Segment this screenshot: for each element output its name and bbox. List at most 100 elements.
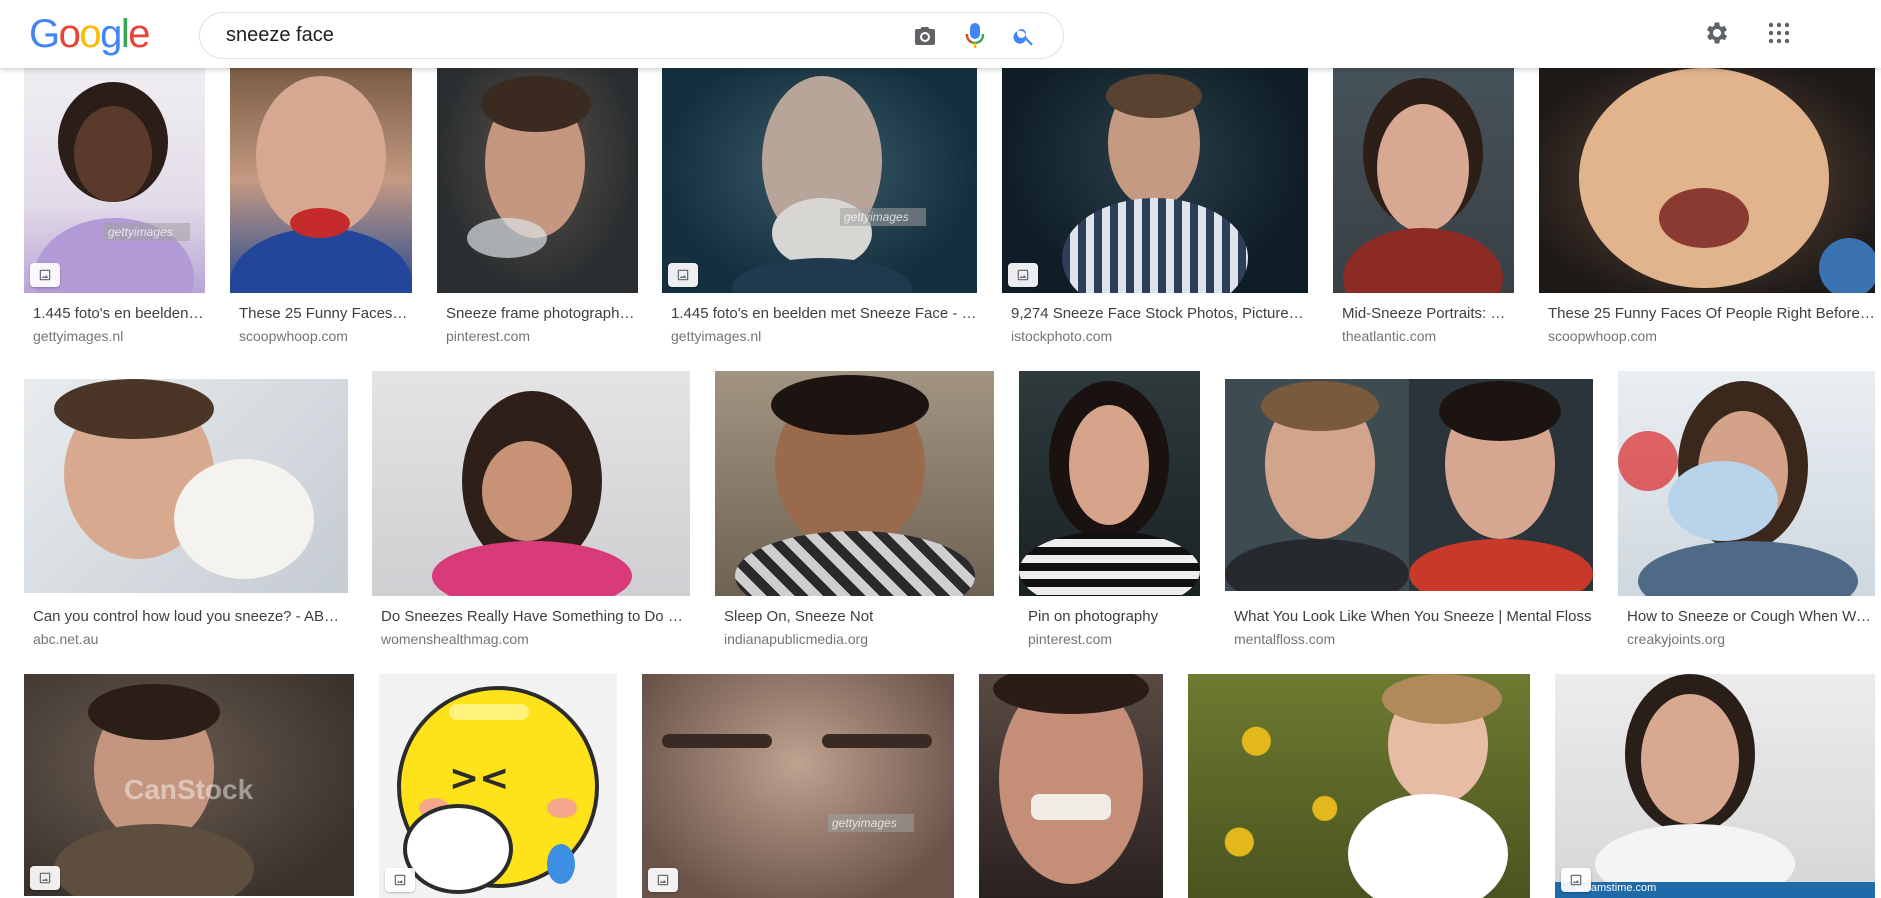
voice-search-button[interactable]: [960, 21, 990, 51]
image-result[interactable]: CanStock: [24, 674, 354, 898]
result-thumbnail[interactable]: [979, 674, 1163, 898]
image-type-badge: [668, 263, 698, 287]
image-icon: [394, 874, 406, 886]
result-source: scoopwhoop.com: [239, 328, 348, 344]
image-result[interactable]: dreamstime.com: [1555, 674, 1875, 898]
result-title[interactable]: How to Sneeze or Cough When Wearing a Ma…: [1627, 607, 1875, 627]
image-result[interactable]: gettyimages: [642, 674, 954, 898]
image-type-badge: [648, 868, 678, 892]
result-thumbnail[interactable]: gettyimages: [662, 68, 977, 293]
result-thumbnail[interactable]: [1333, 68, 1514, 293]
result-thumbnail[interactable]: [1002, 68, 1308, 293]
image-result[interactable]: What You Look Like When You Sneeze | Men…: [1225, 371, 1593, 661]
result-title[interactable]: What You Look Like When You Sneeze | Men…: [1234, 607, 1593, 627]
apps-grid-icon: [1768, 22, 1790, 44]
image-icon: [1017, 269, 1029, 281]
logo-letter: e: [128, 12, 150, 56]
image-watermark: gettyimages: [108, 225, 173, 239]
image-result[interactable]: These 25 Funny Faces Of People Right Bef…: [230, 68, 412, 358]
mic-icon: [965, 23, 985, 48]
result-thumbnail[interactable]: gettyimages: [642, 674, 954, 898]
search-by-image-button[interactable]: [910, 22, 940, 50]
result-thumbnail[interactable]: [1618, 371, 1875, 596]
image-result[interactable]: [1188, 674, 1530, 898]
result-title[interactable]: Do Sneezes Really Have Something to Do W…: [381, 607, 690, 627]
image-result[interactable]: How to Sneeze or Cough When Wearing a Ma…: [1618, 371, 1875, 661]
result-thumbnail[interactable]: [715, 371, 994, 596]
result-title[interactable]: Pin on photography: [1028, 607, 1200, 627]
result-thumbnail[interactable]: [230, 68, 412, 293]
logo-letter: g: [100, 12, 122, 56]
image-icon: [39, 269, 51, 281]
image-result[interactable]: Sneeze frame photography | Person sneezi…: [437, 68, 638, 358]
image-result[interactable]: gettyimages 1.445 foto's en beelden met …: [24, 68, 205, 358]
image-result[interactable]: Mid-Sneeze Portraits: Snap Shots of the …: [1333, 68, 1514, 358]
search-button[interactable]: [1008, 21, 1040, 51]
search-icon: [1013, 29, 1033, 46]
result-title[interactable]: These 25 Funny Faces Of People Right Bef…: [239, 304, 411, 324]
image-result[interactable]: Pin on photography pinterest.com: [1019, 371, 1200, 661]
image-type-badge: [1561, 868, 1591, 892]
result-source: womenshealthmag.com: [381, 631, 529, 647]
image-icon: [677, 269, 689, 281]
image-result[interactable]: 9,274 Sneeze Face Stock Photos, Pictures…: [1002, 68, 1308, 358]
image-results-grid: gettyimages 1.445 foto's en beelden met …: [0, 0, 1881, 898]
result-title[interactable]: 1.445 foto's en beelden met Sneeze Face …: [33, 304, 205, 324]
image-icon: [657, 874, 669, 886]
result-source: theatlantic.com: [1342, 328, 1437, 344]
result-source: indianapublicmedia.org: [724, 631, 868, 647]
result-thumbnail[interactable]: [1188, 674, 1530, 898]
result-thumbnail[interactable]: dreamstime.com: [1555, 674, 1875, 898]
settings-button[interactable]: [1700, 16, 1734, 50]
result-source: gettyimages.nl: [671, 328, 762, 344]
result-title[interactable]: Can you control how loud you sneeze? - A…: [33, 607, 348, 627]
gear-icon: [1706, 22, 1728, 44]
result-thumbnail[interactable]: [372, 371, 690, 596]
top-header: Google: [0, 0, 1881, 68]
result-thumbnail[interactable]: [1225, 379, 1593, 591]
result-thumbnail[interactable]: CanStock: [24, 674, 354, 896]
image-result[interactable]: Do Sneezes Really Have Something to Do W…: [372, 371, 690, 661]
logo-letter: o: [79, 12, 101, 56]
image-result[interactable]: Can you control how loud you sneeze? - A…: [24, 371, 348, 661]
result-thumbnail[interactable]: [437, 68, 638, 293]
image-result[interactable]: gettyimages 1.445 foto's en beelden met …: [662, 68, 977, 358]
result-thumbnail[interactable]: [1019, 371, 1200, 596]
image-result[interactable]: ><: [379, 674, 617, 898]
image-result[interactable]: Sleep On, Sneeze Not indianapublicmedia.…: [715, 371, 994, 661]
search-input[interactable]: [224, 13, 884, 58]
image-watermark: gettyimages: [844, 210, 909, 224]
image-type-badge: [30, 263, 60, 287]
image-icon: [1570, 874, 1582, 886]
result-thumbnail[interactable]: gettyimages: [24, 68, 205, 293]
image-icon: [39, 872, 51, 884]
result-source: pinterest.com: [1028, 631, 1113, 647]
result-thumbnail[interactable]: ><: [379, 674, 617, 898]
google-logo[interactable]: Google: [29, 12, 150, 56]
image-type-badge: [385, 868, 415, 892]
result-title[interactable]: Sneeze frame photography | Person sneezi…: [446, 304, 638, 324]
result-source: creakyjoints.org: [1627, 631, 1726, 647]
result-title[interactable]: 1.445 foto's en beelden met Sneeze Face …: [671, 304, 977, 324]
logo-letter: o: [58, 12, 81, 56]
result-source: gettyimages.nl: [33, 328, 124, 344]
result-thumbnail[interactable]: [24, 379, 348, 593]
logo-letter: G: [29, 12, 60, 56]
result-title[interactable]: Sleep On, Sneeze Not: [724, 607, 994, 627]
image-type-badge: [1008, 263, 1038, 287]
camera-icon: [915, 27, 935, 45]
result-source: scoopwhoop.com: [1548, 328, 1657, 344]
result-source: pinterest.com: [446, 328, 531, 344]
image-watermark: gettyimages: [832, 816, 897, 830]
image-type-badge: [30, 866, 60, 890]
result-title[interactable]: These 25 Funny Faces Of People Right Bef…: [1548, 304, 1875, 324]
result-source: mentalfloss.com: [1234, 631, 1336, 647]
google-apps-button[interactable]: [1762, 16, 1796, 50]
image-watermark: CanStock: [124, 774, 254, 805]
result-thumbnail[interactable]: [1539, 68, 1875, 293]
result-title[interactable]: Mid-Sneeze Portraits: Snap Shots of the …: [1342, 304, 1514, 324]
result-title[interactable]: 9,274 Sneeze Face Stock Photos, Pictures…: [1011, 304, 1308, 324]
search-box: [199, 12, 1064, 59]
image-result[interactable]: These 25 Funny Faces Of People Right Bef…: [1539, 68, 1875, 358]
image-result[interactable]: [979, 674, 1163, 898]
